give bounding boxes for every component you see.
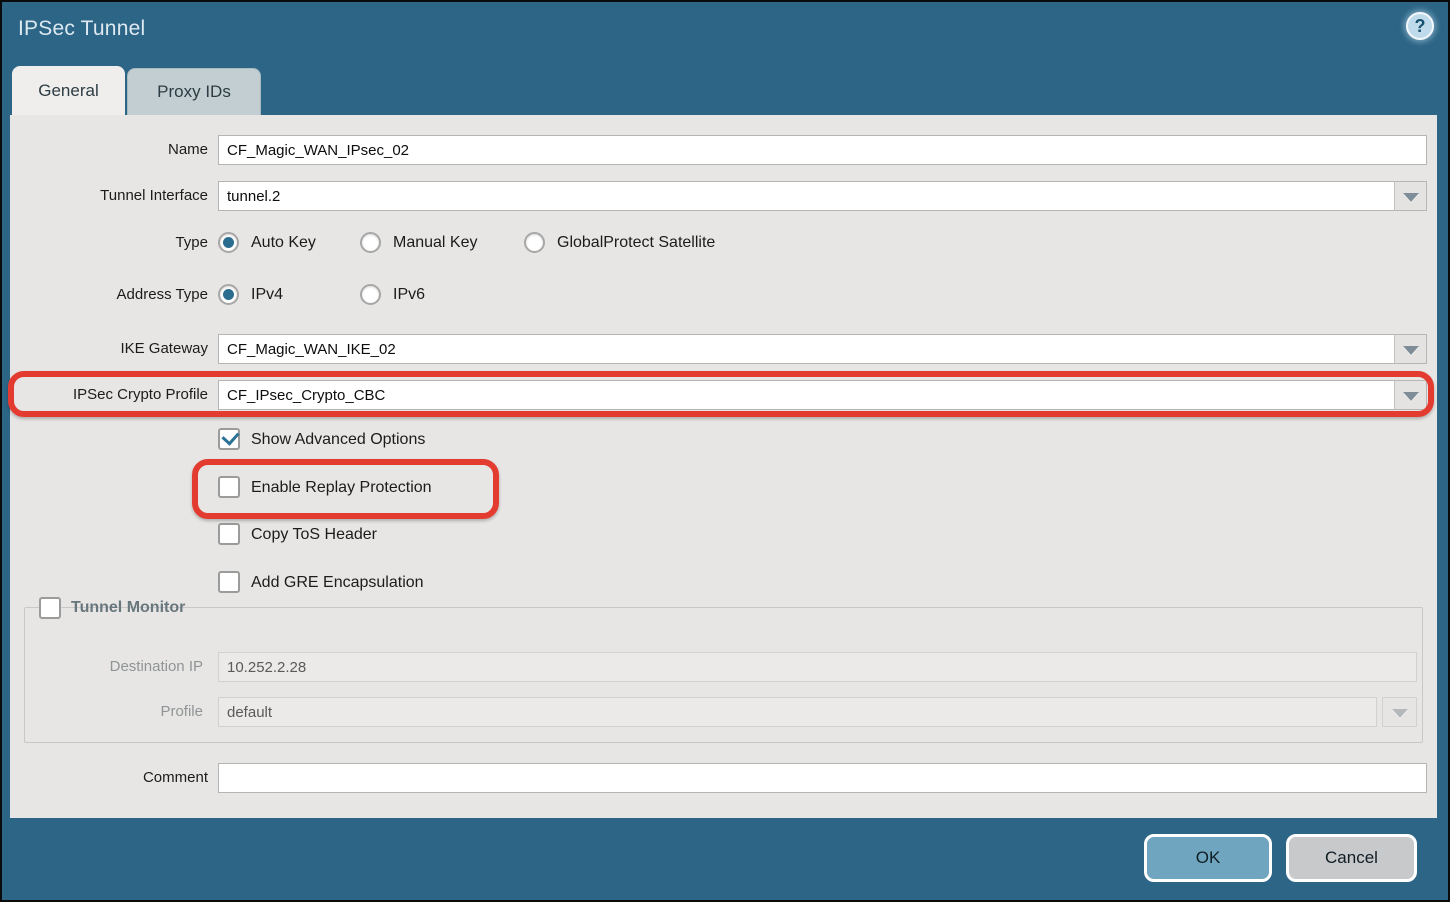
auto-key-label: Auto Key [251,230,316,256]
ike-gateway-input[interactable] [218,334,1395,364]
destination-ip-label: Destination IP [10,652,203,682]
add-gre-encapsulation-checkbox[interactable] [218,571,240,593]
ipv4-radio[interactable] [218,284,239,305]
manual-key-label: Manual Key [393,230,478,256]
ipsec-crypto-profile-row: IPSec Crypto Profile [10,380,1437,410]
show-advanced-options-label: Show Advanced Options [251,427,425,452]
tab-general[interactable]: General [12,66,125,115]
tunnel-interface-row: Tunnel Interface [10,181,1437,211]
ipsec-crypto-profile-input[interactable] [218,380,1395,410]
address-type-row: Address Type IPv4 IPv6 [10,282,1437,308]
globalprotect-satellite-radio[interactable] [524,232,545,253]
title-bar: IPSec Tunnel [2,2,1448,60]
show-advanced-options-checkbox[interactable] [218,428,240,450]
address-type-label: Address Type [10,282,208,308]
tunnel-monitor-checkbox[interactable] [39,597,61,619]
ike-gateway-row: IKE Gateway [10,334,1437,364]
type-label: Type [10,230,208,256]
copy-tos-header-checkbox[interactable] [218,523,240,545]
name-label: Name [10,135,208,165]
copy-tos-header-label: Copy ToS Header [251,522,377,547]
dialog-title: IPSec Tunnel [18,17,145,41]
comment-row: Comment [10,763,1437,793]
comment-input[interactable] [218,763,1427,793]
globalprotect-satellite-label: GlobalProtect Satellite [557,230,715,256]
manual-key-radio[interactable] [360,232,381,253]
profile-input [218,697,1377,727]
ok-button[interactable]: OK [1144,834,1272,882]
ipv6-label: IPv6 [393,282,425,308]
destination-ip-row: Destination IP [10,652,1437,682]
chevron-down-icon [1403,346,1419,355]
cancel-button[interactable]: Cancel [1286,834,1417,882]
tab-general-label: General [38,81,98,100]
ipsec-tunnel-dialog: IPSec Tunnel General Proxy IDs Name Tunn… [0,0,1450,902]
tunnel-monitor-legend: Tunnel Monitor [39,594,55,622]
enable-replay-protection-checkbox[interactable] [218,476,240,498]
ipsec-crypto-profile-label: IPSec Crypto Profile [10,380,208,410]
tunnel-interface-dropdown-button[interactable] [1394,181,1427,211]
tab-proxy-ids[interactable]: Proxy IDs [127,68,261,115]
chevron-down-icon [1392,709,1408,718]
chevron-down-icon [1403,392,1419,401]
type-row: Type Auto Key Manual Key GlobalProtect S… [10,230,1437,256]
comment-label: Comment [10,763,208,793]
help-icon[interactable] [1406,12,1434,40]
general-tab-panel: Name Tunnel Interface Type Auto Key Manu… [10,115,1437,818]
ike-gateway-dropdown-button[interactable] [1394,334,1427,364]
ipv4-label: IPv4 [251,282,283,308]
ike-gateway-label: IKE Gateway [10,334,208,364]
tunnel-interface-input[interactable] [218,181,1395,211]
profile-row: Profile [10,697,1437,727]
profile-label: Profile [10,697,203,727]
profile-dropdown-button [1382,697,1417,727]
name-row: Name [10,135,1437,165]
tab-proxy-ids-label: Proxy IDs [157,82,231,101]
ipv6-radio[interactable] [360,284,381,305]
auto-key-radio[interactable] [218,232,239,253]
name-input[interactable] [218,135,1427,165]
add-gre-encapsulation-label: Add GRE Encapsulation [251,570,424,595]
ipsec-crypto-profile-dropdown-button[interactable] [1394,380,1427,410]
enable-replay-protection-label: Enable Replay Protection [251,475,432,500]
chevron-down-icon [1403,193,1419,202]
tunnel-monitor-label: Tunnel Monitor [71,594,185,622]
destination-ip-input [218,652,1417,682]
tunnel-interface-label: Tunnel Interface [10,181,208,211]
